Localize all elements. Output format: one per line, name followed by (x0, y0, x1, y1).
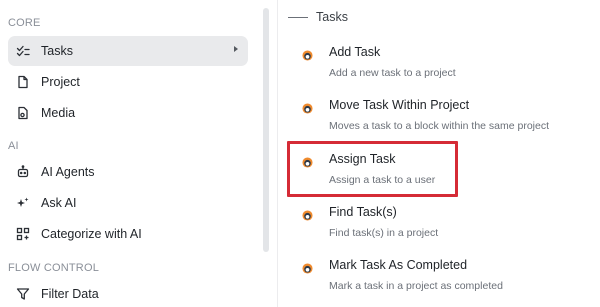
sidebar-item-tasks[interactable]: Tasks (8, 36, 248, 66)
sidebar-item-label: Ask AI (41, 196, 77, 210)
sidebar-item-label: Tasks (41, 44, 73, 58)
app-logo-icon (302, 101, 313, 114)
document-icon (16, 75, 30, 89)
app-root: CORE Tasks Project Media AI AI Agents As… (0, 0, 600, 307)
sidebar-item-ask-ai[interactable]: Ask AI (8, 188, 248, 218)
sidebar-item-project[interactable]: Project (8, 67, 248, 97)
grid-icon (16, 227, 30, 241)
sidebar-item-label: Project (41, 75, 80, 89)
action-description: Moves a task to a block within the same … (329, 120, 550, 132)
sidebar-item-label: Media (41, 106, 76, 120)
section-label-ai: AI (8, 140, 19, 152)
sidebar-item-filter-data[interactable]: Filter Data (8, 279, 248, 307)
header-dash (288, 16, 308, 18)
action-title: Add Task (329, 45, 381, 59)
sidebar-item-ai-agents[interactable]: AI Agents (8, 157, 248, 187)
highlight-box (287, 141, 458, 197)
action-title: Mark Task As Completed (329, 258, 468, 272)
section-label-core: CORE (8, 17, 41, 29)
sidebar: CORE Tasks Project Media AI AI Agents As… (0, 0, 270, 307)
section-label-flow-control: FLOW CONTROL (8, 262, 100, 274)
checks-icon (16, 44, 30, 58)
sidebar-item-categorize-with-ai[interactable]: Categorize with AI (8, 219, 248, 249)
action-add-task[interactable]: Add Task Add a new task to a project (298, 44, 598, 94)
action-description: Add a new task to a project (329, 67, 456, 79)
action-title: Find Task(s) (329, 205, 397, 219)
sidebar-item-label: AI Agents (41, 165, 95, 179)
robot-icon (16, 165, 30, 179)
action-move-task-within-project[interactable]: Move Task Within Project Moves a task to… (298, 97, 598, 147)
media-icon (16, 106, 30, 120)
sparkles-icon (16, 196, 30, 210)
sidebar-item-label: Categorize with AI (41, 227, 142, 241)
action-description: Find task(s) in a project (329, 227, 439, 239)
app-logo-icon (302, 261, 313, 274)
action-mark-task-as-completed[interactable]: Mark Task As Completed Mark a task in a … (298, 257, 598, 307)
panel-title: Tasks (316, 10, 348, 24)
sidebar-item-media[interactable]: Media (8, 98, 248, 128)
app-logo-icon (302, 208, 313, 221)
chevron-right-icon (234, 46, 238, 52)
actions-panel: Tasks Add Task Add a new task to a proje… (278, 0, 600, 307)
sidebar-item-label: Filter Data (41, 287, 99, 301)
sidebar-scrollbar[interactable] (263, 8, 269, 252)
panel-header: Tasks (288, 8, 348, 26)
filter-icon (16, 287, 30, 301)
app-logo-icon (302, 48, 313, 61)
action-find-tasks[interactable]: Find Task(s) Find task(s) in a project (298, 204, 598, 254)
action-title: Move Task Within Project (329, 98, 470, 112)
action-description: Mark a task in a project as completed (329, 280, 503, 292)
